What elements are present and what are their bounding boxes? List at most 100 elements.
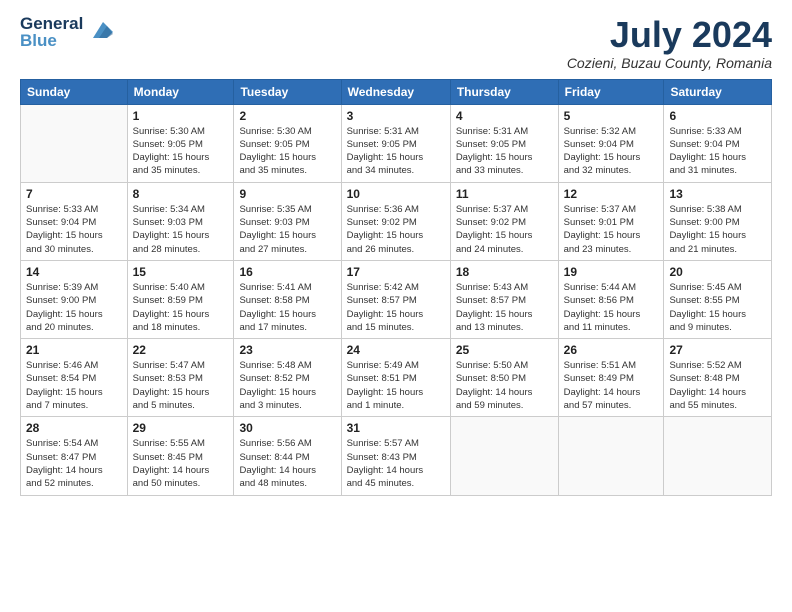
calendar-cell: 27 Sunrise: 5:52 AM Sunset: 8:48 PM Dayli… <box>664 339 772 417</box>
day-number: 2 <box>239 109 335 123</box>
calendar-cell: 16 Sunrise: 5:41 AM Sunset: 8:58 PM Dayli… <box>234 260 341 338</box>
title-block: July 2024 Cozieni, Buzau County, Romania <box>567 15 772 71</box>
day-number: 24 <box>347 343 445 357</box>
day-info: Sunrise: 5:54 AM Sunset: 8:47 PM Dayligh… <box>26 437 122 490</box>
month-title: July 2024 <box>567 15 772 55</box>
day-number: 18 <box>456 265 553 279</box>
day-number: 15 <box>133 265 229 279</box>
day-info: Sunrise: 5:33 AM Sunset: 9:04 PM Dayligh… <box>26 203 122 256</box>
calendar-cell: 7 Sunrise: 5:33 AM Sunset: 9:04 PM Daylig… <box>21 182 128 260</box>
day-number: 12 <box>564 187 659 201</box>
day-number: 21 <box>26 343 122 357</box>
day-info: Sunrise: 5:55 AM Sunset: 8:45 PM Dayligh… <box>133 437 229 490</box>
calendar-cell: 9 Sunrise: 5:35 AM Sunset: 9:03 PM Daylig… <box>234 182 341 260</box>
header: General Blue July 2024 Cozieni, Buzau Co… <box>20 15 772 71</box>
day-number: 8 <box>133 187 229 201</box>
day-info: Sunrise: 5:50 AM Sunset: 8:50 PM Dayligh… <box>456 359 553 412</box>
day-number: 4 <box>456 109 553 123</box>
day-info: Sunrise: 5:38 AM Sunset: 9:00 PM Dayligh… <box>669 203 766 256</box>
calendar-cell: 4 Sunrise: 5:31 AM Sunset: 9:05 PM Daylig… <box>450 104 558 182</box>
col-header-tuesday: Tuesday <box>234 79 341 104</box>
calendar-cell: 23Sunrise: 5:48 AM Sunset: 8:52 PM Dayli… <box>234 339 341 417</box>
day-info: Sunrise: 5:37 AM Sunset: 9:01 PM Dayligh… <box>564 203 659 256</box>
calendar-cell: 31Sunrise: 5:57 AM Sunset: 8:43 PM Dayli… <box>341 417 450 495</box>
calendar-cell: 25 Sunrise: 5:50 AM Sunset: 8:50 PM Dayli… <box>450 339 558 417</box>
col-header-thursday: Thursday <box>450 79 558 104</box>
calendar-cell: 2 Sunrise: 5:30 AM Sunset: 9:05 PM Daylig… <box>234 104 341 182</box>
calendar-cell: 24 Sunrise: 5:49 AM Sunset: 8:51 PM Dayli… <box>341 339 450 417</box>
day-info: Sunrise: 5:30 AM Sunset: 9:05 PM Dayligh… <box>239 125 335 178</box>
calendar-week-row: 14Sunrise: 5:39 AM Sunset: 9:00 PM Dayli… <box>21 260 772 338</box>
day-info: Sunrise: 5:56 AM Sunset: 8:44 PM Dayligh… <box>239 437 335 490</box>
calendar-cell: 1Sunrise: 5:30 AM Sunset: 9:05 PM Daylig… <box>127 104 234 182</box>
day-number: 16 <box>239 265 335 279</box>
day-number: 10 <box>347 187 445 201</box>
calendar-cell <box>664 417 772 495</box>
col-header-friday: Friday <box>558 79 664 104</box>
col-header-wednesday: Wednesday <box>341 79 450 104</box>
calendar-week-row: 21 Sunrise: 5:46 AM Sunset: 8:54 PM Dayli… <box>21 339 772 417</box>
calendar-cell: 6 Sunrise: 5:33 AM Sunset: 9:04 PM Daylig… <box>664 104 772 182</box>
day-info: Sunrise: 5:46 AM Sunset: 8:54 PM Dayligh… <box>26 359 122 412</box>
calendar-cell: 3 Sunrise: 5:31 AM Sunset: 9:05 PM Daylig… <box>341 104 450 182</box>
calendar-cell <box>21 104 128 182</box>
day-number: 6 <box>669 109 766 123</box>
calendar-cell: 17 Sunrise: 5:42 AM Sunset: 8:57 PM Dayli… <box>341 260 450 338</box>
col-header-monday: Monday <box>127 79 234 104</box>
day-number: 28 <box>26 421 122 435</box>
day-info: Sunrise: 5:31 AM Sunset: 9:05 PM Dayligh… <box>347 125 445 178</box>
calendar-cell: 8 Sunrise: 5:34 AM Sunset: 9:03 PM Daylig… <box>127 182 234 260</box>
day-info: Sunrise: 5:42 AM Sunset: 8:57 PM Dayligh… <box>347 281 445 334</box>
calendar-cell: 11 Sunrise: 5:37 AM Sunset: 9:02 PM Dayli… <box>450 182 558 260</box>
day-info: Sunrise: 5:36 AM Sunset: 9:02 PM Dayligh… <box>347 203 445 256</box>
day-info: Sunrise: 5:31 AM Sunset: 9:05 PM Dayligh… <box>456 125 553 178</box>
day-info: Sunrise: 5:48 AM Sunset: 8:52 PM Dayligh… <box>239 359 335 412</box>
day-info: Sunrise: 5:41 AM Sunset: 8:58 PM Dayligh… <box>239 281 335 334</box>
calendar-cell: 20 Sunrise: 5:45 AM Sunset: 8:55 PM Dayli… <box>664 260 772 338</box>
day-info: Sunrise: 5:33 AM Sunset: 9:04 PM Dayligh… <box>669 125 766 178</box>
day-number: 25 <box>456 343 553 357</box>
day-info: Sunrise: 5:49 AM Sunset: 8:51 PM Dayligh… <box>347 359 445 412</box>
day-number: 3 <box>347 109 445 123</box>
logo-blue: Blue <box>20 32 83 49</box>
day-number: 27 <box>669 343 766 357</box>
calendar-cell <box>450 417 558 495</box>
location-title: Cozieni, Buzau County, Romania <box>567 55 772 71</box>
logo-general: General <box>20 15 83 32</box>
day-info: Sunrise: 5:40 AM Sunset: 8:59 PM Dayligh… <box>133 281 229 334</box>
calendar-cell: 30 Sunrise: 5:56 AM Sunset: 8:44 PM Dayli… <box>234 417 341 495</box>
day-number: 17 <box>347 265 445 279</box>
page: General Blue July 2024 Cozieni, Buzau Co… <box>0 0 792 612</box>
calendar-cell: 22Sunrise: 5:47 AM Sunset: 8:53 PM Dayli… <box>127 339 234 417</box>
day-number: 31 <box>347 421 445 435</box>
day-info: Sunrise: 5:43 AM Sunset: 8:57 PM Dayligh… <box>456 281 553 334</box>
day-number: 11 <box>456 187 553 201</box>
calendar-cell: 5Sunrise: 5:32 AM Sunset: 9:04 PM Daylig… <box>558 104 664 182</box>
day-number: 30 <box>239 421 335 435</box>
day-info: Sunrise: 5:45 AM Sunset: 8:55 PM Dayligh… <box>669 281 766 334</box>
day-info: Sunrise: 5:37 AM Sunset: 9:02 PM Dayligh… <box>456 203 553 256</box>
logo-icon <box>85 18 113 46</box>
day-number: 5 <box>564 109 659 123</box>
day-info: Sunrise: 5:34 AM Sunset: 9:03 PM Dayligh… <box>133 203 229 256</box>
day-number: 20 <box>669 265 766 279</box>
day-number: 1 <box>133 109 229 123</box>
calendar-cell: 29Sunrise: 5:55 AM Sunset: 8:45 PM Dayli… <box>127 417 234 495</box>
day-info: Sunrise: 5:44 AM Sunset: 8:56 PM Dayligh… <box>564 281 659 334</box>
calendar-week-row: 7 Sunrise: 5:33 AM Sunset: 9:04 PM Daylig… <box>21 182 772 260</box>
day-info: Sunrise: 5:52 AM Sunset: 8:48 PM Dayligh… <box>669 359 766 412</box>
day-number: 7 <box>26 187 122 201</box>
calendar-cell: 26 Sunrise: 5:51 AM Sunset: 8:49 PM Dayli… <box>558 339 664 417</box>
logo: General Blue <box>20 15 113 49</box>
day-number: 9 <box>239 187 335 201</box>
day-number: 26 <box>564 343 659 357</box>
day-info: Sunrise: 5:51 AM Sunset: 8:49 PM Dayligh… <box>564 359 659 412</box>
day-info: Sunrise: 5:39 AM Sunset: 9:00 PM Dayligh… <box>26 281 122 334</box>
calendar-cell: 14Sunrise: 5:39 AM Sunset: 9:00 PM Dayli… <box>21 260 128 338</box>
calendar-cell <box>558 417 664 495</box>
calendar-week-row: 1 Sunrise: 5:30 AM Sunset: 9:05 PM Daylig… <box>21 104 772 182</box>
day-number: 22 <box>133 343 229 357</box>
calendar-cell: 12 Sunrise: 5:37 AM Sunset: 9:01 PM Dayli… <box>558 182 664 260</box>
calendar-header-row: SundayMondayTuesdayWednesdayThursdayFrid… <box>21 79 772 104</box>
day-info: Sunrise: 5:35 AM Sunset: 9:03 PM Dayligh… <box>239 203 335 256</box>
